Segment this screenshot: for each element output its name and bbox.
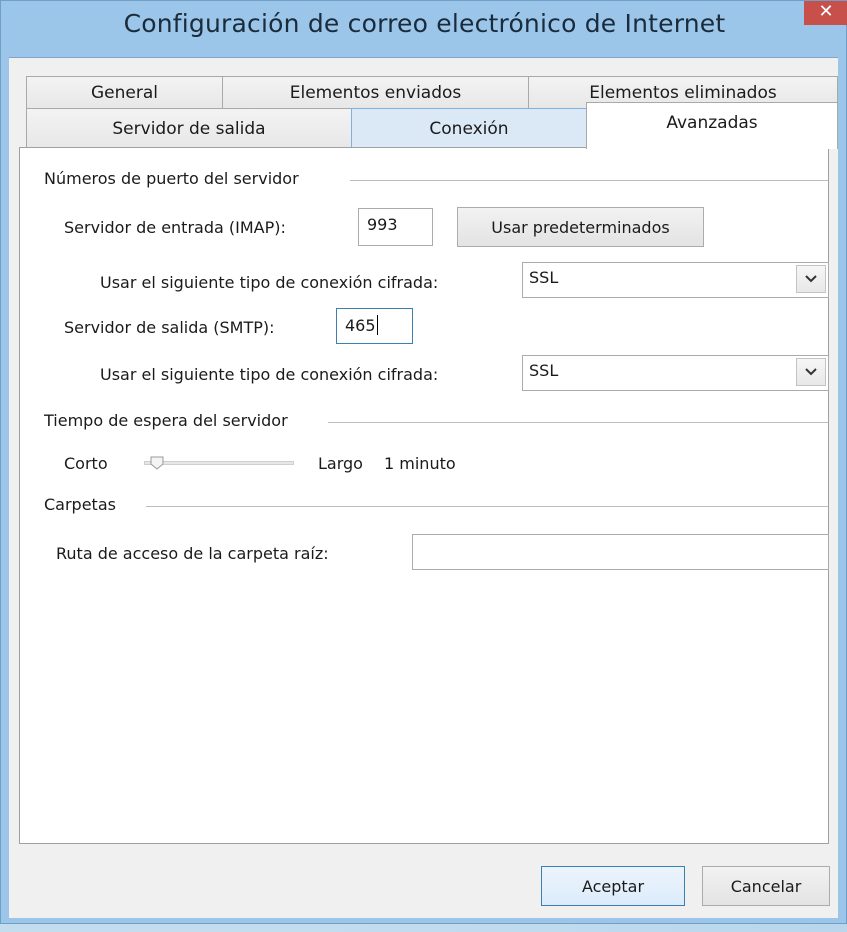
outgoing-port-value: 465 xyxy=(345,316,376,335)
outgoing-encryption-value: SSL xyxy=(529,361,559,380)
ok-button[interactable]: Aceptar xyxy=(541,866,685,906)
root-folder-input[interactable] xyxy=(412,534,829,570)
cancel-button[interactable]: Cancelar xyxy=(702,866,830,906)
incoming-encryption-select[interactable]: SSL xyxy=(522,262,829,298)
incoming-encryption-value: SSL xyxy=(529,268,559,287)
timeout-slider-track[interactable] xyxy=(144,461,294,465)
tab-avanzadas[interactable]: Avanzadas xyxy=(586,102,838,149)
outgoing-port-label: Servidor de salida (SMTP): xyxy=(64,318,275,337)
timeout-short-label: Corto xyxy=(64,454,108,473)
tab-elementos-enviados[interactable]: Elementos enviados xyxy=(222,76,529,109)
ports-group-title: Números de puerto del servidor xyxy=(44,169,307,188)
timeout-value: 1 minuto xyxy=(384,454,456,473)
root-folder-label: Ruta de acceso de la carpeta raíz: xyxy=(56,544,329,563)
title-bar[interactable]: Configuración de correo electrónico de I… xyxy=(1,1,847,57)
close-button[interactable]: ✕ xyxy=(804,1,847,25)
timeout-group-title: Tiempo de espera del servidor xyxy=(44,411,296,430)
tab-servidor-salida[interactable]: Servidor de salida xyxy=(26,108,352,149)
outgoing-encryption-label: Usar el siguiente tipo de conexión cifra… xyxy=(100,365,439,384)
use-defaults-button[interactable]: Usar predeterminados xyxy=(457,207,704,247)
text-caret xyxy=(376,315,378,335)
incoming-port-label: Servidor de entrada (IMAP): xyxy=(64,218,286,237)
outgoing-encryption-select[interactable]: SSL xyxy=(522,355,829,391)
folders-group-title: Carpetas xyxy=(44,495,124,514)
group-separator xyxy=(146,506,828,507)
group-separator xyxy=(350,180,828,181)
advanced-tab-panel: Números de puerto del servidor Servidor … xyxy=(19,147,829,844)
window-title: Configuración de correo electrónico de I… xyxy=(123,9,726,38)
tab-conexion[interactable]: Conexión xyxy=(351,108,587,149)
tab-general[interactable]: General xyxy=(26,76,223,109)
timeout-long-label: Largo xyxy=(318,454,363,473)
incoming-port-value: 993 xyxy=(367,215,398,234)
outgoing-port-input[interactable]: 465 xyxy=(336,308,413,344)
incoming-port-input[interactable]: 993 xyxy=(358,208,433,246)
chevron-down-icon[interactable] xyxy=(796,358,826,386)
slider-thumb-icon[interactable] xyxy=(150,456,164,470)
group-separator xyxy=(328,422,828,423)
close-icon: ✕ xyxy=(818,1,834,22)
incoming-encryption-label: Usar el siguiente tipo de conexión cifra… xyxy=(100,273,439,292)
chevron-down-icon[interactable] xyxy=(796,265,826,293)
